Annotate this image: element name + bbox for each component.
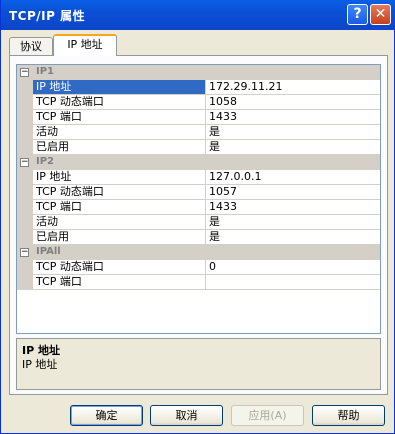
property-value[interactable] [206,275,380,290]
apply-button[interactable]: 应用(A) [231,405,304,426]
description-text: IP 地址 [22,358,58,371]
window-title: TCP/IP 属性 [9,9,86,23]
row-gutter [17,275,33,290]
property-row[interactable]: IP 地址 172.29.11.21 [17,80,380,95]
row-gutter [17,110,33,125]
cancel-button[interactable]: 取消 [150,405,223,426]
category-name: IP2 [36,156,55,167]
property-name[interactable]: 活动 [33,125,206,140]
row-gutter [17,125,33,140]
collapse-icon[interactable]: − [20,68,29,77]
property-value[interactable]: 1433 [206,110,380,125]
tcpip-properties-dialog: TCP/IP 属性 ? ✕ 协议 IP 地址 − IP1 IP 地址 172.29.1… [0,0,395,434]
property-row[interactable]: TCP 端口 [17,275,380,290]
property-name[interactable]: IP 地址 [33,80,206,95]
property-name[interactable]: 已启用 [33,230,206,245]
row-gutter [17,185,33,200]
property-row[interactable]: 已启用是 [17,230,380,245]
property-value[interactable]: 1058 [206,95,380,110]
property-value[interactable]: 1057 [206,185,380,200]
property-name[interactable]: IP 地址 [33,170,206,185]
property-value[interactable]: 是 [206,215,380,230]
property-value[interactable]: 1433 [206,200,380,215]
property-value[interactable]: 127.0.0.1 [206,170,380,185]
property-row[interactable]: TCP 动态端口 0 [17,260,380,275]
category-row[interactable]: − IPAll [17,245,380,260]
ok-button[interactable]: 确定 [70,405,143,426]
help-button[interactable]: 帮助 [312,405,385,426]
property-name[interactable]: TCP 动态端口 [33,260,206,275]
help-icon[interactable]: ? [347,4,368,25]
row-gutter [17,170,33,185]
row-gutter [17,140,33,155]
property-name[interactable]: 已启用 [33,140,206,155]
property-value[interactable]: 0 [206,260,380,275]
row-gutter [17,260,33,275]
property-row[interactable]: 活动是 [17,215,380,230]
property-grid[interactable]: − IP1 IP 地址 172.29.11.21 TCP 动态端口 1058 TCP 端口 1… [16,64,381,334]
property-value[interactable]: 是 [206,140,380,155]
tab-panel: − IP1 IP 地址 172.29.11.21 TCP 动态端口 1058 TCP 端口 1… [9,55,388,395]
row-gutter [17,230,33,245]
tab-ip-address[interactable]: IP 地址 [53,34,117,56]
row-gutter [17,80,33,95]
row-gutter [17,200,33,215]
property-row[interactable]: IP 地址 127.0.0.1 [17,170,380,185]
property-value[interactable]: 是 [206,230,380,245]
description-pane: IP 地址 IP 地址 [16,338,381,390]
property-row[interactable]: TCP 端口 1433 [17,110,380,125]
property-name[interactable]: 活动 [33,215,206,230]
property-name[interactable]: TCP 动态端口 [33,185,206,200]
property-name[interactable]: TCP 端口 [33,110,206,125]
row-gutter [17,95,33,110]
category-name: IPAll [36,246,61,257]
property-name[interactable]: TCP 端口 [33,200,206,215]
property-name[interactable]: TCP 端口 [33,275,206,290]
collapse-icon[interactable]: − [20,248,29,257]
row-gutter [17,215,33,230]
property-row[interactable]: 已启用是 [17,140,380,155]
tab-protocol[interactable]: 协议 [9,37,53,56]
property-name[interactable]: TCP 动态端口 [33,95,206,110]
category-row[interactable]: − IP1 [17,65,380,80]
title-bar[interactable]: TCP/IP 属性 ? ✕ [1,0,395,30]
property-row[interactable]: TCP 动态端口 1058 [17,95,380,110]
property-row[interactable]: 活动是 [17,125,380,140]
property-value[interactable]: 是 [206,125,380,140]
collapse-icon[interactable]: − [20,158,29,167]
property-value[interactable]: 172.29.11.21 [206,80,380,95]
property-row[interactable]: TCP 端口 1433 [17,200,380,215]
property-row[interactable]: TCP 动态端口 1057 [17,185,380,200]
category-row[interactable]: − IP2 [17,155,380,170]
category-name: IP1 [36,66,55,77]
close-icon[interactable]: ✕ [370,4,391,25]
